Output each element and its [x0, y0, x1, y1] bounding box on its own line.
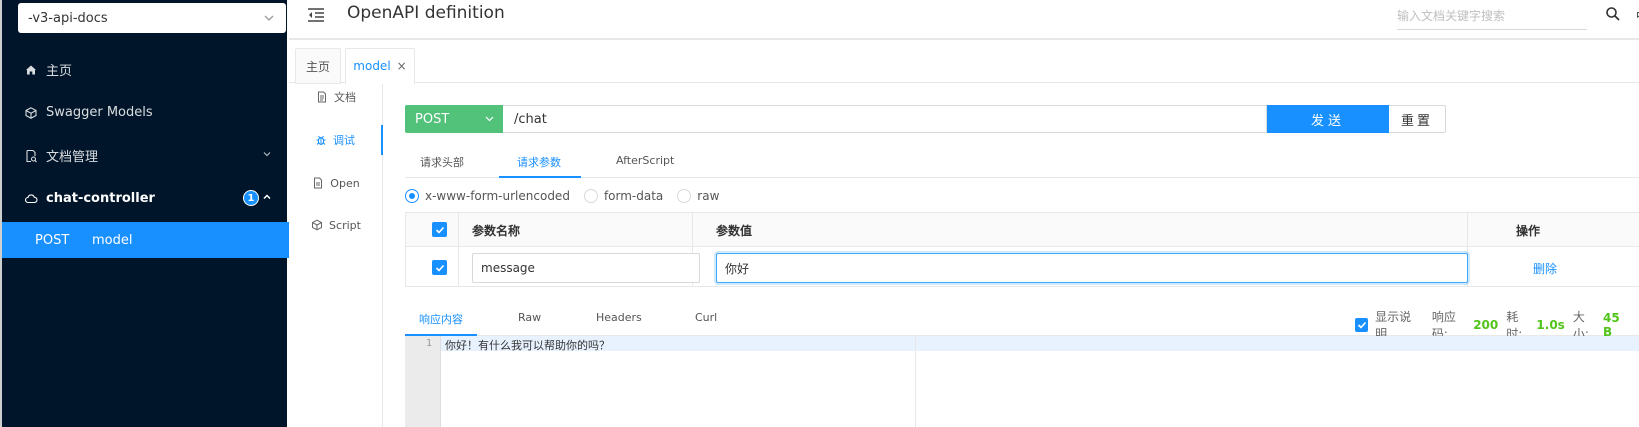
cube-icon: [24, 106, 38, 120]
param-name-input[interactable]: message: [472, 253, 700, 283]
status-code-value: 200: [1473, 318, 1499, 332]
print-margin: [915, 336, 916, 427]
line-number: 1: [425, 338, 432, 349]
bug-icon: [315, 134, 327, 146]
select-all-checkbox[interactable]: [432, 222, 447, 237]
response-tabs: 响应内容 Raw Headers Curl 显示说明 响应码: 200 耗时: …: [405, 302, 1639, 341]
tab-request-params[interactable]: 请求参数: [517, 154, 561, 170]
active-line-highlight: [441, 336, 1639, 351]
editor-gutter: 1: [405, 336, 441, 427]
header-action: 操作: [1516, 224, 1541, 238]
check-icon: [1357, 321, 1366, 329]
request-bar: POST /chat 发送 重置: [405, 105, 1446, 133]
tab-request-headers[interactable]: 请求头部: [420, 154, 464, 170]
menu-fold-icon[interactable]: [307, 7, 325, 23]
tab-script[interactable]: Script: [289, 210, 383, 240]
response-body: 你好！有什么我可以帮助你的吗？: [445, 339, 610, 352]
search-icon[interactable]: [1605, 6, 1621, 22]
count-badge: 1: [243, 190, 259, 206]
sidebar-item-post-model[interactable]: POST model: [2, 222, 289, 258]
radio-label: x-www-form-urlencoded: [425, 189, 570, 203]
sidebar-item-label: 主页: [46, 64, 73, 79]
param-value-input[interactable]: 你好: [716, 253, 1468, 283]
sidebar: -v3-api-docs 主页 Swagger Models 文档管理 chat…: [0, 0, 289, 427]
doc-search: [1397, 4, 1587, 30]
page-tabs: 主页 model ×: [289, 45, 1639, 84]
show-desc-checkbox[interactable]: [1355, 318, 1369, 332]
radio-urlencoded[interactable]: x-www-form-urlencoded: [405, 189, 570, 203]
doc-vertical-tabs: 文档 调试 Open Script: [289, 84, 383, 427]
chevron-down-icon: [485, 116, 494, 122]
sidebar-item-doc-manage[interactable]: 文档管理: [2, 134, 289, 177]
content-type-radios: x-www-form-urlencoded form-data raw: [405, 189, 733, 203]
request-subtabs: 请求头部 请求参数 AfterScript: [405, 146, 1639, 178]
method-label: POST: [35, 232, 70, 248]
sidebar-item-label: Swagger Models: [46, 105, 153, 120]
app-title: OpenAPI definition: [347, 3, 505, 23]
endpoint-label: model: [92, 232, 133, 248]
method-value: POST: [415, 111, 450, 127]
tab-label: 调试: [333, 134, 355, 147]
tab-label: 主页: [305, 59, 330, 74]
active-tab-indicator: [499, 176, 581, 178]
home-icon: [24, 63, 38, 77]
reset-button[interactable]: 重置: [1389, 105, 1446, 133]
radio-label: form-data: [603, 189, 664, 203]
size-value: 45 B: [1602, 311, 1620, 339]
code-sandbox-icon: [311, 219, 323, 231]
header-param-name: 参数名称: [472, 224, 521, 238]
chevron-down-icon: [263, 152, 271, 157]
sidebar-item-label: chat-controller: [46, 191, 155, 206]
response-editor[interactable]: 1 你好！有什么我可以帮助你的吗？: [405, 336, 1639, 427]
file-text-icon: [316, 91, 328, 103]
radio-label: raw: [697, 189, 720, 203]
group-select[interactable]: -v3-api-docs: [18, 3, 286, 33]
sidebar-item-chat-controller[interactable]: chat-controller 1: [2, 177, 289, 220]
file-icon: [312, 177, 324, 189]
tab-label: model: [353, 59, 391, 73]
tab-label: 文档: [334, 91, 356, 104]
tab-response-raw[interactable]: Raw: [518, 311, 541, 324]
radio-form-data[interactable]: form-data: [583, 189, 664, 203]
chevron-down-icon: [264, 15, 274, 21]
tab-afterscript[interactable]: AfterScript: [616, 154, 674, 167]
tab-response-content[interactable]: 响应内容: [419, 311, 463, 327]
sidebar-item-home[interactable]: 主页: [2, 48, 289, 91]
sidebar-item-swagger-models[interactable]: Swagger Models: [2, 91, 289, 134]
params-table: 参数名称 参数值 操作 message 你好 删除: [405, 212, 1639, 287]
file-search-icon: [24, 149, 38, 163]
close-icon[interactable]: ×: [397, 59, 407, 73]
top-header: OpenAPI definition 中: [289, 0, 1639, 40]
chevron-up-icon: [263, 194, 271, 200]
tab-debug[interactable]: 调试: [289, 125, 383, 155]
check-icon: [435, 226, 444, 234]
row-checkbox[interactable]: [432, 260, 447, 275]
tab-response-headers[interactable]: Headers: [596, 311, 642, 324]
tab-response-curl[interactable]: Curl: [695, 311, 717, 324]
url-input[interactable]: /chat: [503, 105, 1267, 133]
method-select[interactable]: POST: [405, 105, 503, 133]
tab-home[interactable]: 主页: [295, 48, 341, 84]
radio-dot: [583, 189, 598, 203]
time-value: 1.0s: [1536, 318, 1565, 332]
cloud-icon: [24, 192, 38, 206]
tab-label: Script: [329, 218, 361, 232]
tab-model[interactable]: model ×: [345, 48, 415, 84]
app-root: -v3-api-docs 主页 Swagger Models 文档管理 chat…: [0, 0, 1639, 427]
group-select-value: -v3-api-docs: [28, 10, 108, 26]
delete-link[interactable]: 删除: [1533, 260, 1557, 277]
sidebar-item-label: 文档管理: [46, 150, 99, 165]
tab-label: Open: [330, 176, 360, 190]
sidebar-nav: 主页 Swagger Models 文档管理 chat-controller 1…: [2, 48, 289, 258]
radio-dot: [405, 189, 419, 203]
tab-doc[interactable]: 文档: [289, 82, 383, 112]
tab-open[interactable]: Open: [289, 168, 383, 198]
send-button[interactable]: 发送: [1267, 105, 1389, 133]
search-input[interactable]: [1397, 4, 1587, 28]
radio-dot: [677, 189, 692, 203]
radio-raw[interactable]: raw: [677, 189, 719, 203]
header-param-value: 参数值: [716, 224, 753, 238]
check-icon: [435, 264, 444, 272]
